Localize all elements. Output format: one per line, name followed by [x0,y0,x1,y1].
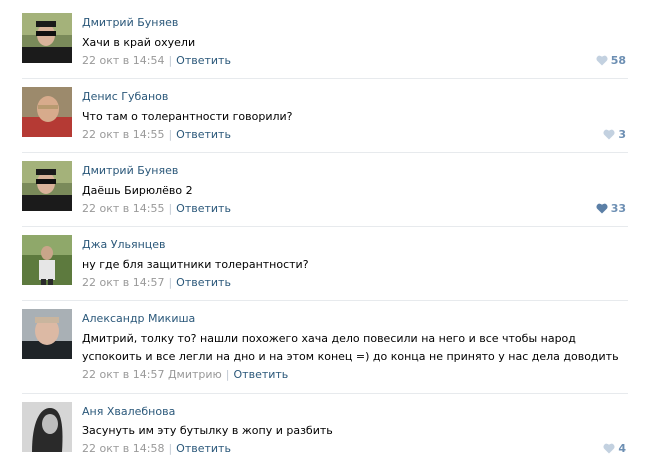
comment-author[interactable]: Дмитрий Буняев [82,164,178,177]
comment-date[interactable]: 22 окт в 14:57 [82,276,164,289]
comment-author[interactable]: Дмитрий Буняев [82,16,178,29]
heart-icon [603,443,615,454]
meta-separator: | [168,54,173,67]
divider [22,226,628,227]
comment-meta: 22 окт в 14:55 | Ответить [82,202,231,215]
heart-icon [603,129,615,140]
meta-separator: | [168,442,173,455]
meta-separator: | [168,276,173,289]
reply-link[interactable]: Ответить [176,276,231,289]
comment-author[interactable]: Денис Губанов [82,90,168,103]
divider [22,300,628,301]
comment-text: Дмитрий, толку то? нашли похожего хача д… [82,332,576,345]
reply-link[interactable]: Ответить [234,368,289,381]
like-button[interactable]: 33 [596,202,626,215]
comment-meta: 22 окт в 14:54 | Ответить [82,54,231,67]
reply-link[interactable]: Ответить [176,442,231,455]
avatar[interactable] [22,13,72,63]
comment-author[interactable]: Аня Хвалебнова [82,405,175,418]
comment-author[interactable]: Джа Ульянцев [82,238,166,251]
comment-text: Что там о толерантности говорили? [82,110,293,123]
reply-link[interactable]: Ответить [176,54,231,67]
meta-separator: | [225,368,230,381]
comment-meta: 22 окт в 14:57 Дмитрию | Ответить [82,368,288,381]
avatar[interactable] [22,87,72,137]
comment-meta: 22 окт в 14:57 | Ответить [82,276,231,289]
divider [22,152,628,153]
meta-separator: | [168,128,173,141]
heart-icon [596,203,608,214]
divider [22,78,628,79]
reply-link[interactable]: Ответить [176,202,231,215]
comment-date[interactable]: 22 окт в 14:54 [82,54,164,67]
comment-text: успокоить и все легли на дно и на этом к… [82,350,619,363]
comment-meta: 22 окт в 14:55 | Ответить [82,128,231,141]
like-count: 3 [618,128,626,141]
reply-link[interactable]: Ответить [176,128,231,141]
like-count: 58 [610,54,626,67]
reply-to[interactable]: Дмитрию [168,368,222,381]
like-button[interactable]: 3 [603,128,626,141]
comment-text: Хачи в край охуели [82,36,196,49]
like-button[interactable]: 58 [596,54,626,67]
like-count: 4 [618,442,626,455]
avatar[interactable] [22,402,72,452]
avatar[interactable] [22,235,72,285]
comment-date[interactable]: 22 окт в 14:57 [82,368,164,381]
like-count: 33 [610,202,626,215]
heart-icon [596,55,608,66]
comment-text: Засунуть им эту бутылку в жопу и разбить [82,424,333,437]
divider [22,393,628,394]
comment-author[interactable]: Александр Микиша [82,312,195,325]
meta-separator: | [168,202,173,215]
comment-meta: 22 окт в 14:58 | Ответить [82,442,231,455]
comment-text: Даёшь Бирюлёво 2 [82,184,193,197]
comment-date[interactable]: 22 окт в 14:55 [82,128,164,141]
avatar[interactable] [22,161,72,211]
comment-text: ну где бля защитники толерантности? [82,258,309,271]
like-button[interactable]: 4 [603,442,626,455]
comment-date[interactable]: 22 окт в 14:58 [82,442,164,455]
comment-date[interactable]: 22 окт в 14:55 [82,202,164,215]
avatar[interactable] [22,309,72,359]
